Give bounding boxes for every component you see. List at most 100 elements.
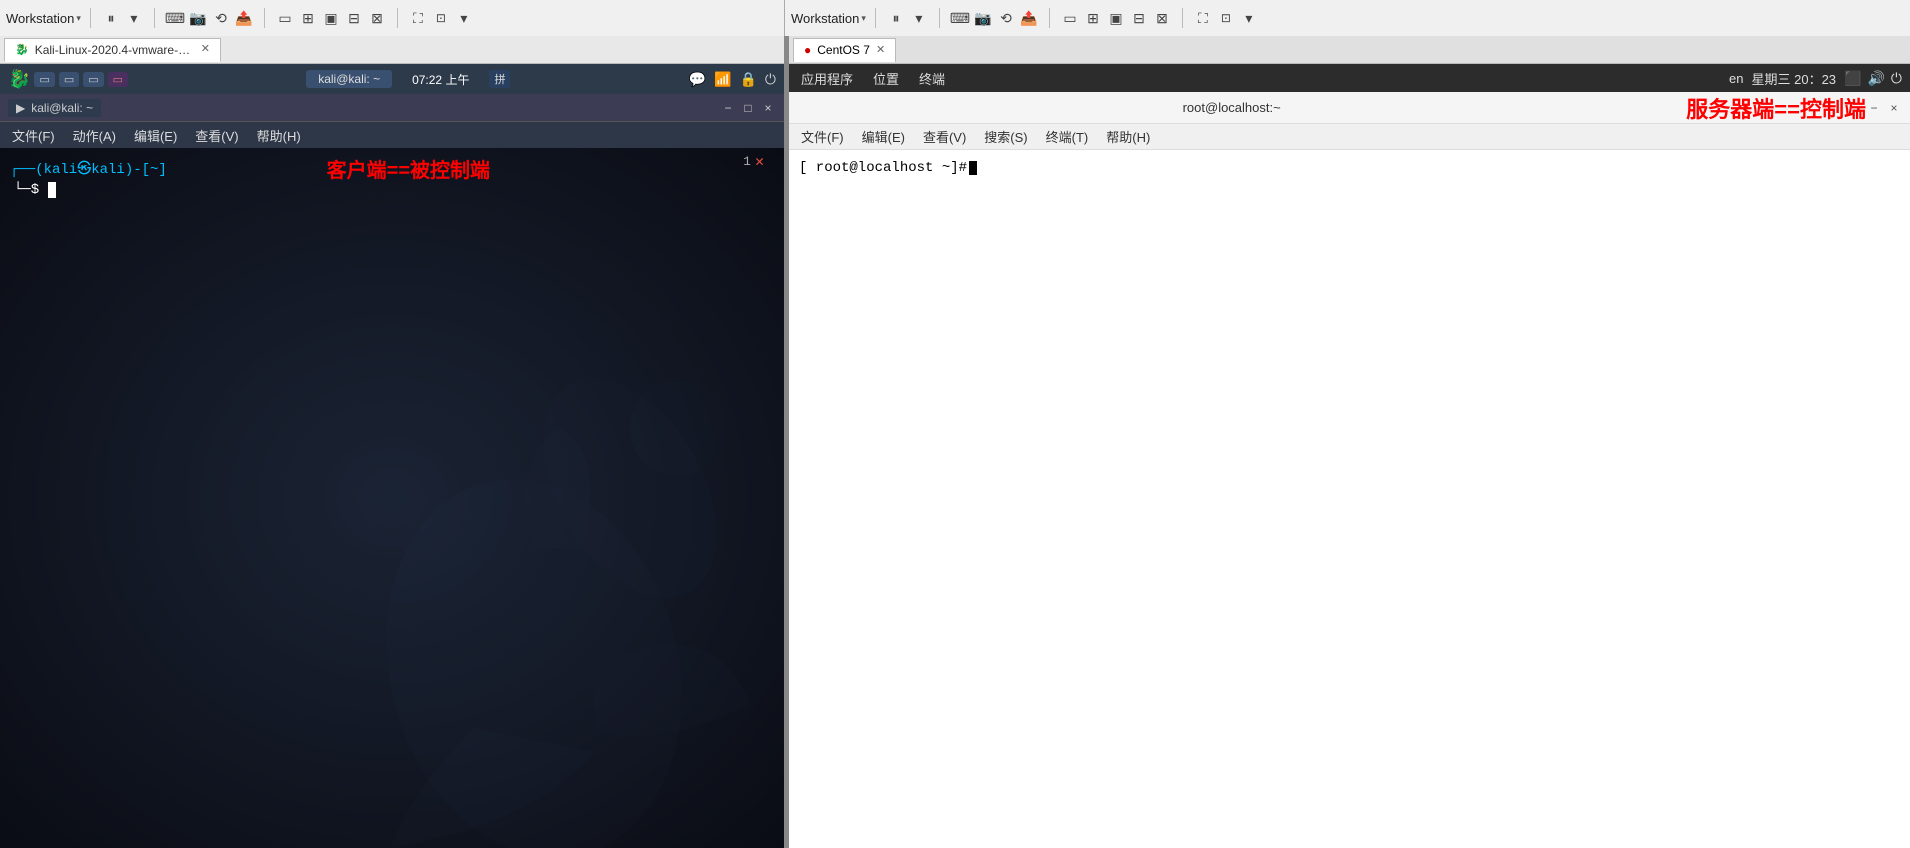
kali-task-btn3[interactable]: ▭ <box>83 72 103 87</box>
kali-topbar-left-icons: 🐉 ▭ ▭ ▭ ▭ <box>8 69 128 90</box>
right-tb-group2: ▭ ⊞ ▣ ⊟ ⊠ <box>1059 7 1173 29</box>
centos-term-min-btn[interactable]: − <box>1866 100 1882 116</box>
left-workstation-menu[interactable]: Workstation ▾ <box>6 11 81 26</box>
left-view3-btn[interactable]: ▣ <box>320 7 342 29</box>
left-view4-btn[interactable]: ⊟ <box>343 7 365 29</box>
centos-volume-icon[interactable]: 🔊 <box>1867 70 1884 87</box>
kali-menu-action[interactable]: 动作(A) <box>65 124 124 147</box>
toolbar-sep-4 <box>397 8 398 28</box>
centos-tab-close[interactable]: ✕ <box>876 45 885 56</box>
left-workstation-arrow: ▾ <box>76 13 81 24</box>
left-fullscreen-btn[interactable]: ⛶ <box>407 7 429 29</box>
right-unity-btn[interactable]: ⊡ <box>1215 7 1237 29</box>
centos-menu-search[interactable]: 搜索(S) <box>976 125 1035 148</box>
kali-bluetooth-icon[interactable]: 📶 <box>714 71 731 88</box>
left-toolbar: Workstation ▾ ⏸ ▾ ⌨ 📷 ⟲ 📤 ▭ ⊞ ▣ ⊟ ⊠ ⛶ ⊡ … <box>0 0 785 36</box>
kali-task-btn1[interactable]: ▭ <box>34 72 54 87</box>
centos-vm-tab[interactable]: ● CentOS 7 ✕ <box>793 38 896 62</box>
left-view2-btn[interactable]: ⊞ <box>297 7 319 29</box>
kali-term-titlebar-controls: − □ × <box>720 100 776 116</box>
centos-menu-terminal[interactable]: 终端 <box>915 69 949 88</box>
kali-term-max-btn[interactable]: □ <box>740 100 756 116</box>
kali-task-btn2[interactable]: ▭ <box>59 72 79 87</box>
kali-dragon-icon[interactable]: 🐉 <box>8 69 30 90</box>
left-workstation-label: Workstation <box>6 11 74 26</box>
centos-menu-file[interactable]: 文件(F) <box>793 125 852 148</box>
left-vm-tabbar: 🐉 Kali-Linux-2020.4-vmware-a... ✕ <box>0 36 784 64</box>
kali-power-icon[interactable]: ⏻ <box>765 71 776 88</box>
terminal-counter: 1 ✕ <box>743 152 764 171</box>
right-toolbar-sep-1 <box>875 8 876 28</box>
centos-power-icon[interactable]: ⏻ <box>1891 70 1902 87</box>
left-share-btn[interactable]: 📤 <box>233 7 255 29</box>
right-pause-arrow-btn[interactable]: ▾ <box>908 7 930 29</box>
toolbar-sep-1 <box>90 8 91 28</box>
right-unity-arrow-btn[interactable]: ▾ <box>1238 7 1260 29</box>
counter-close[interactable]: ✕ <box>755 152 764 171</box>
left-view1-btn[interactable]: ▭ <box>274 7 296 29</box>
kali-task-btn4[interactable]: ▭ <box>108 72 128 87</box>
centos-menu-places[interactable]: 位置 <box>869 69 903 88</box>
right-view2-btn[interactable]: ⊞ <box>1082 7 1104 29</box>
kali-topbar-center: kali@kali: ~ 07:22 上午 拼 <box>128 70 689 88</box>
centos-term-controls: − × <box>1866 100 1902 116</box>
right-share-btn[interactable]: 📤 <box>1018 7 1040 29</box>
centos-terminal[interactable]: [ root@localhost ~]# <box>789 150 1910 848</box>
right-fullscreen-btn[interactable]: ⛶ <box>1192 7 1214 29</box>
kali-term-min-btn[interactable]: − <box>720 100 736 116</box>
toolbar-sep-3 <box>264 8 265 28</box>
kali-lock-icon[interactable]: 🔒 <box>739 71 756 88</box>
kali-menu-help[interactable]: 帮助(H) <box>249 124 309 147</box>
centos-menu-edit[interactable]: 编辑(E) <box>854 125 913 148</box>
right-view1-btn[interactable]: ▭ <box>1059 7 1081 29</box>
centos-menu-terminal[interactable]: 终端(T) <box>1038 125 1097 148</box>
kali-ime-indicator[interactable]: 拼 <box>489 70 510 88</box>
centos-tab-icon: ● <box>804 43 811 57</box>
centos-lang-indicator[interactable]: en <box>1729 71 1743 86</box>
left-unity-arrow-btn[interactable]: ▾ <box>453 7 475 29</box>
right-pause-btn[interactable]: ⏸ <box>885 7 907 29</box>
left-view5-btn[interactable]: ⊠ <box>366 7 388 29</box>
right-revert-btn[interactable]: ⟲ <box>995 7 1017 29</box>
left-send-key-btn[interactable]: ⌨ <box>164 7 186 29</box>
left-pause-btn[interactable]: ⏸ <box>100 7 122 29</box>
centos-network-icon[interactable]: ⬛ <box>1844 70 1861 87</box>
centos-menu-apps[interactable]: 应用程序 <box>797 69 857 88</box>
right-workstation-menu[interactable]: Workstation ▾ <box>791 11 866 26</box>
left-snapshot-btn[interactable]: 📷 <box>187 7 209 29</box>
centos-datetime: 星期三 20：23 <box>1752 69 1837 88</box>
kali-chat-icon[interactable]: 💬 <box>689 71 706 88</box>
kali-term-close-btn[interactable]: × <box>760 100 776 116</box>
centos-menu-help[interactable]: 帮助(H) <box>1098 125 1158 148</box>
kali-term-task[interactable]: kali@kali: ~ <box>306 70 392 88</box>
left-unity-btn[interactable]: ⊡ <box>430 7 452 29</box>
kali-menu-edit[interactable]: 编辑(E) <box>126 124 185 147</box>
right-toolbar: Workstation ▾ ⏸ ▾ ⌨ 📷 ⟲ 📤 ▭ ⊞ ▣ ⊟ ⊠ ⛶ ⊡ … <box>785 0 1910 36</box>
centos-menu-view[interactable]: 查看(V) <box>915 125 974 148</box>
left-pause-arrow-btn[interactable]: ▾ <box>123 7 145 29</box>
right-view3-btn[interactable]: ▣ <box>1105 7 1127 29</box>
kali-bg-watermark <box>284 248 784 848</box>
kali-term-tab-label: kali@kali: ~ <box>31 101 93 115</box>
right-snapshot-btn[interactable]: 📷 <box>972 7 994 29</box>
centos-annotation-text: 服务器端==控制端 <box>1686 92 1866 124</box>
centos-term-close-btn[interactable]: × <box>1886 100 1902 116</box>
kali-menu-view[interactable]: 查看(V) <box>187 124 246 147</box>
right-send-key-btn[interactable]: ⌨ <box>949 7 971 29</box>
kali-terminal[interactable]: 客户端==被控制端 1 ✕ ┌──(kali㉿kali)-[~] └─$ <box>0 148 784 848</box>
kali-tab-label: Kali-Linux-2020.4-vmware-a... <box>35 43 195 57</box>
left-tb-controls: ⏸ ▾ <box>100 7 145 29</box>
kali-tab-close[interactable]: ✕ <box>201 44 210 55</box>
right-view4-btn[interactable]: ⊟ <box>1128 7 1150 29</box>
kali-prompt-dollar: └─$ <box>14 182 39 198</box>
right-view5-btn[interactable]: ⊠ <box>1151 7 1173 29</box>
kali-prompt-dollar-line: └─$ <box>10 182 774 198</box>
left-revert-btn[interactable]: ⟲ <box>210 7 232 29</box>
centos-topbar-right: en 星期三 20：23 ⬛ 🔊 ⏻ <box>1729 69 1902 88</box>
left-vm-panel: 🐉 Kali-Linux-2020.4-vmware-a... ✕ 🐉 ▭ ▭ … <box>0 36 785 848</box>
right-toolbar-sep-3 <box>1049 8 1050 28</box>
kali-vm-tab[interactable]: 🐉 Kali-Linux-2020.4-vmware-a... ✕ <box>4 38 221 62</box>
kali-menu-file[interactable]: 文件(F) <box>4 124 63 147</box>
centos-prompt: [ root@localhost ~]# <box>799 160 1900 176</box>
kali-term-tab[interactable]: ▶ kali@kali: ~ <box>8 99 101 117</box>
